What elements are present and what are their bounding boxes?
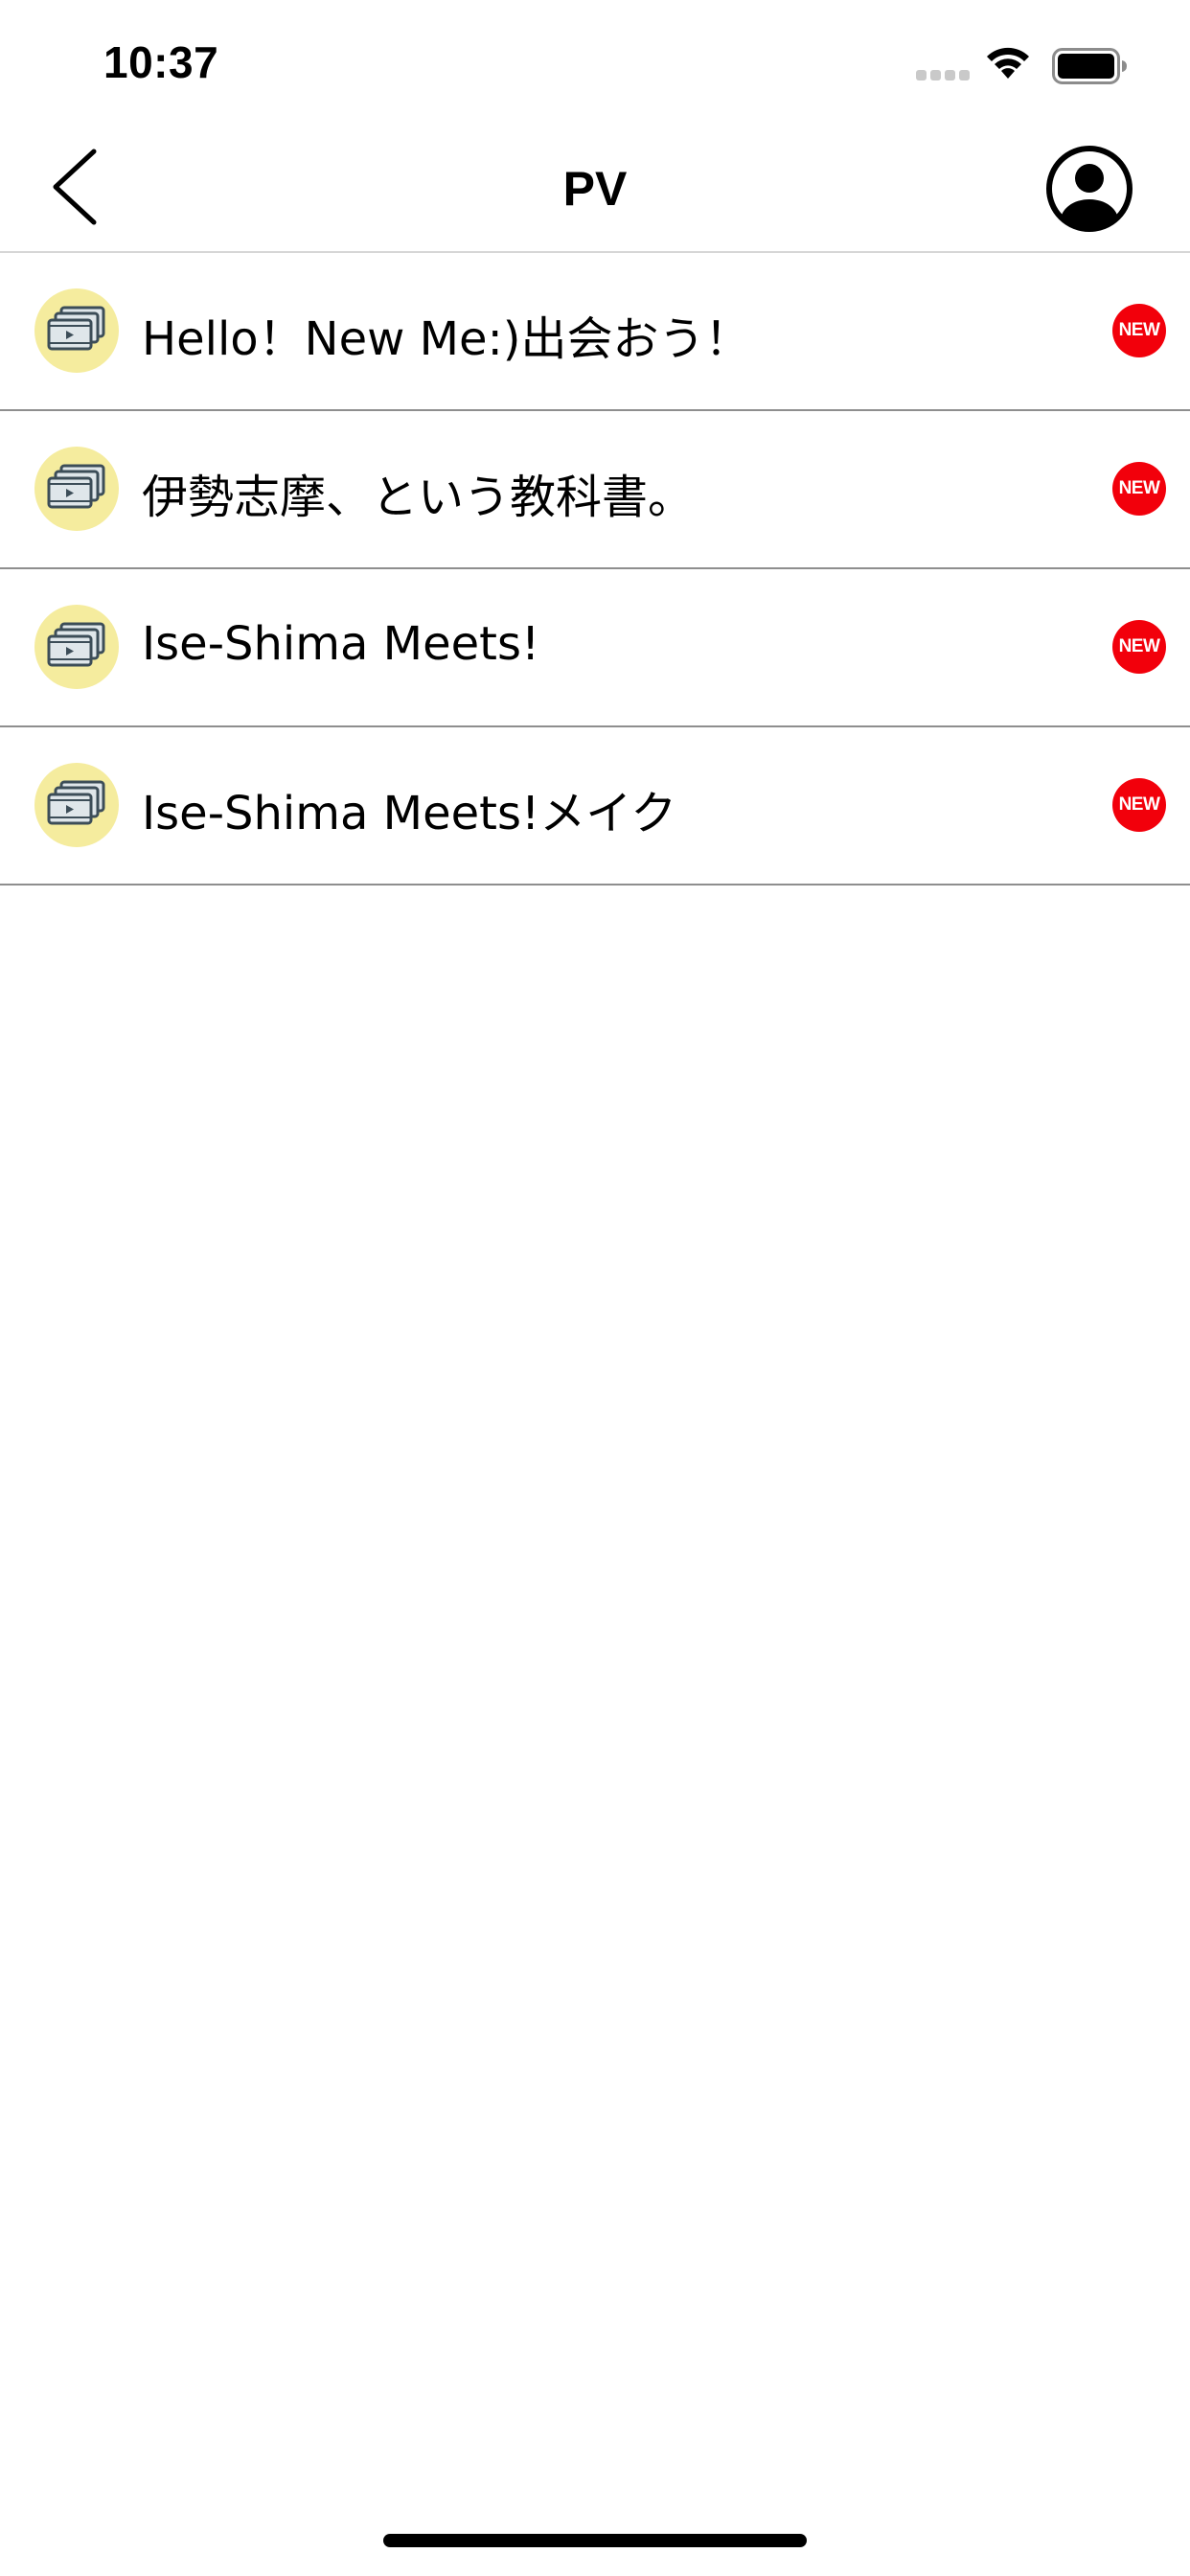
profile-button[interactable] — [1044, 144, 1134, 234]
list-item-label: Ise-Shima Meets!メイク — [142, 787, 677, 840]
list-item[interactable]: Ise-Shima Meets!メイク NEW — [0, 727, 1190, 886]
pv-list: Hello！New Me:)出会おう！ NEW 伊勢志摩、という教科書。 NEW — [0, 253, 1190, 886]
list-item-label: Hello！New Me:)出会おう！ — [142, 312, 751, 366]
list-item[interactable]: Ise-Shima Meets! NEW — [0, 569, 1190, 727]
video-stack-icon — [34, 605, 119, 689]
page-title: PV — [562, 162, 628, 216]
video-stack-icon — [34, 763, 119, 847]
new-badge: NEW — [1112, 620, 1166, 674]
status-bar: 10:37 — [0, 0, 1190, 125]
cellular-signal-icon — [916, 70, 972, 81]
video-stack-icon — [34, 288, 119, 373]
list-item[interactable]: Hello！New Me:)出会おう！ NEW — [0, 253, 1190, 411]
new-badge: NEW — [1112, 778, 1166, 832]
user-circle-icon — [1046, 146, 1133, 232]
navigation-bar: PV — [0, 125, 1190, 253]
new-badge: NEW — [1112, 304, 1166, 357]
video-stack-icon — [34, 447, 119, 531]
list-item-label: 伊勢志摩、という教科書。 — [142, 471, 695, 524]
list-item[interactable]: 伊勢志摩、という教科書。 NEW — [0, 411, 1190, 569]
new-badge: NEW — [1112, 462, 1166, 516]
wifi-icon — [987, 47, 1029, 79]
home-indicator[interactable] — [383, 2534, 807, 2547]
status-time: 10:37 — [103, 37, 219, 87]
battery-icon — [1052, 48, 1127, 84]
list-item-label: Ise-Shima Meets! — [142, 617, 540, 671]
